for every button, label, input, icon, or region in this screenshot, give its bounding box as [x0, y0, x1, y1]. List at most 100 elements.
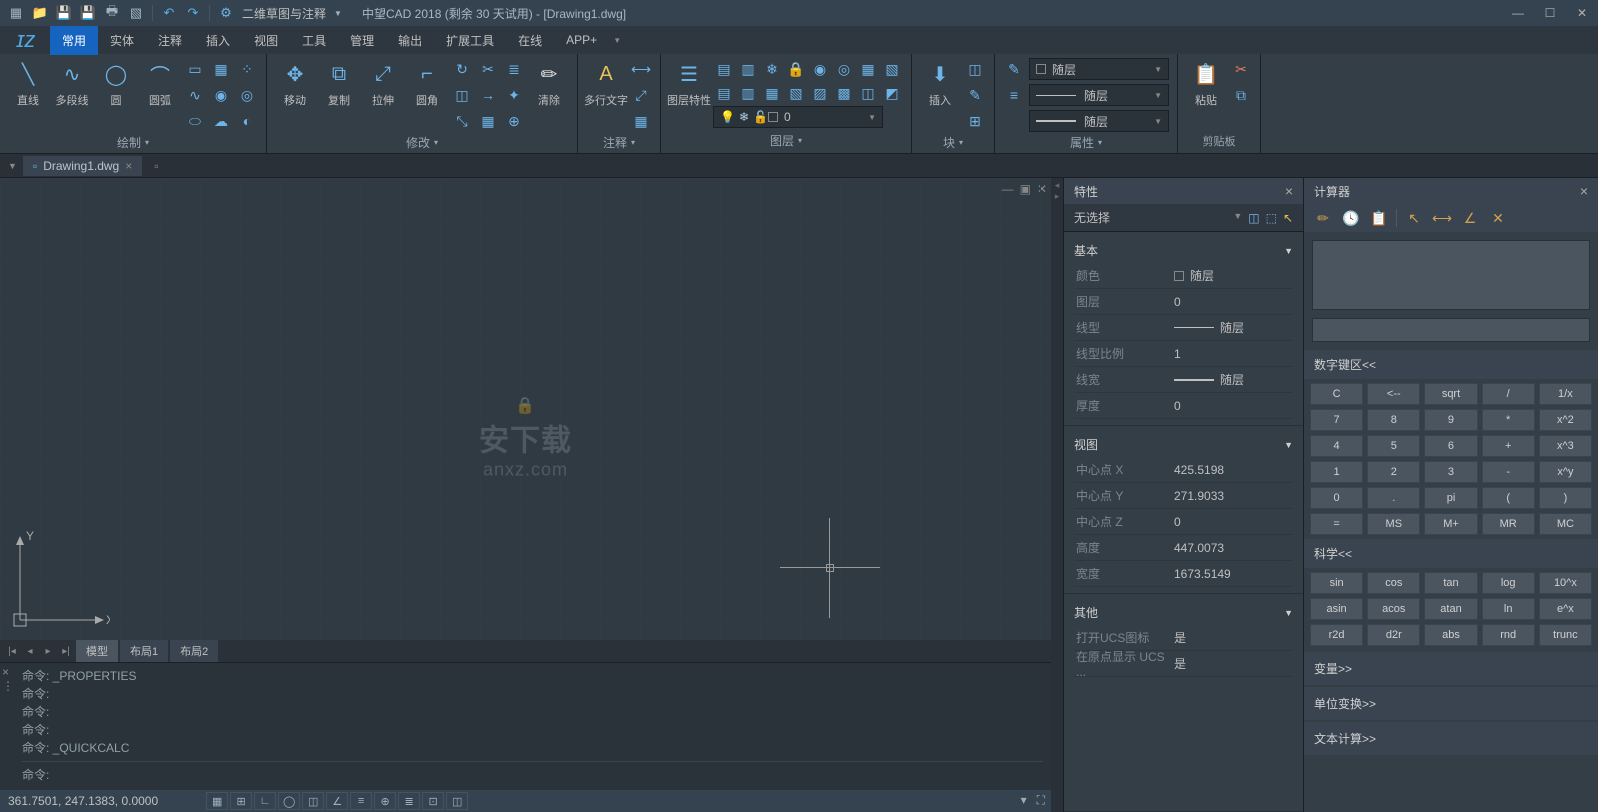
menu-entity[interactable]: 实体 [98, 26, 146, 55]
layer-props-button[interactable]: ☰图层特性 [669, 58, 709, 130]
prop-row-height[interactable]: 高度447.0073 [1074, 535, 1293, 561]
block-attr-icon[interactable]: ⊞ [964, 110, 986, 132]
prop-row-cz[interactable]: 中心点 Z0 [1074, 509, 1293, 535]
calc-key-*[interactable]: * [1482, 409, 1535, 431]
calc-scikey-tan[interactable]: tan [1424, 572, 1477, 594]
calc-scikey-cos[interactable]: cos [1367, 572, 1420, 594]
config-icon[interactable]: ▾ [1021, 793, 1027, 808]
section-basic[interactable]: 基本▼ [1074, 238, 1293, 263]
mtext-button[interactable]: A多行文字 [586, 58, 626, 132]
linetype-dropdown[interactable]: 随层▼ [1029, 84, 1169, 106]
layout-tab-2[interactable]: 布局2 [170, 640, 218, 662]
calc-key-x^2[interactable]: x^2 [1539, 409, 1592, 431]
maximize-button[interactable]: ☐ [1538, 3, 1562, 23]
drawing-canvas[interactable]: ― ▣ ✕ 🔒 安下载 anxz.com X Y |◂ ◂ ▸ ▸| 模型 布局… [0, 178, 1051, 812]
calc-intersect-icon[interactable]: ✕ [1487, 207, 1509, 229]
layer-b6-icon[interactable]: ▩ [833, 82, 855, 104]
copy-button[interactable]: ⧉复制 [319, 58, 359, 132]
prop-row-lweight[interactable]: 线宽随层 [1074, 367, 1293, 393]
rect-icon[interactable]: ▭ [184, 58, 206, 80]
preview-icon[interactable]: ▧ [127, 4, 145, 22]
calc-key-pi[interactable]: pi [1424, 487, 1477, 509]
calc-key-0[interactable]: 0 [1310, 487, 1363, 509]
calc-key-x^3[interactable]: x^3 [1539, 435, 1592, 457]
calc-key-MS[interactable]: MS [1367, 513, 1420, 535]
calc-numpad-header[interactable]: 数字键区<< [1304, 350, 1598, 379]
point-icon[interactable]: ⁘ [236, 58, 258, 80]
calc-key-sqrt[interactable]: sqrt [1424, 383, 1477, 405]
menu-common[interactable]: 常用 [50, 26, 98, 55]
calc-scikey-d2r[interactable]: d2r [1367, 624, 1420, 646]
block-create-icon[interactable]: ◫ [964, 58, 986, 80]
move-button[interactable]: ✥移动 [275, 58, 315, 132]
cut-icon[interactable]: ✂ [1230, 58, 1252, 80]
prop-row-ucsorigin[interactable]: 在原点显示 UCS ...是 [1074, 651, 1293, 677]
calc-vars-section[interactable]: 变量>> [1304, 652, 1598, 685]
calc-dist-icon[interactable]: ⟷ [1431, 207, 1453, 229]
ellipse-icon[interactable]: ⬭ [184, 110, 206, 132]
select-obj-icon[interactable]: ↖ [1283, 211, 1293, 225]
calc-scikey-atan[interactable]: atan [1424, 598, 1477, 620]
calc-key-3[interactable]: 3 [1424, 461, 1477, 483]
prop-row-ltscale[interactable]: 线型比例1 [1074, 341, 1293, 367]
table-icon[interactable]: ▦ [630, 110, 652, 132]
calc-scikey-10^x[interactable]: 10^x [1539, 572, 1592, 594]
redo-icon[interactable]: ↷ [184, 4, 202, 22]
menu-annotate[interactable]: 注释 [146, 26, 194, 55]
calc-scikey-e^x[interactable]: e^x [1539, 598, 1592, 620]
properties-close-icon[interactable]: × [1285, 183, 1293, 199]
sel-dropdown-icon[interactable]: ▼ [1233, 211, 1242, 225]
tab-menu-icon[interactable]: ▼ [8, 161, 17, 171]
calc-units-section[interactable]: 单位变换>> [1304, 687, 1598, 720]
array-icon[interactable]: ▦ [477, 110, 499, 132]
qp-toggle[interactable]: ≣ [398, 792, 420, 810]
calc-scikey-acos[interactable]: acos [1367, 598, 1420, 620]
layer-b4-icon[interactable]: ▧ [785, 82, 807, 104]
section-other[interactable]: 其他▼ [1074, 600, 1293, 625]
calc-scikey-abs[interactable]: abs [1424, 624, 1477, 646]
calculator-close-icon[interactable]: × [1580, 183, 1588, 199]
circle-button[interactable]: ◯圆 [96, 58, 136, 132]
insert-button[interactable]: ⬇插入 [920, 58, 960, 132]
calc-scikey-log[interactable]: log [1482, 572, 1535, 594]
calc-scikey-sin[interactable]: sin [1310, 572, 1363, 594]
osnap-toggle[interactable]: ◫ [302, 792, 324, 810]
calc-scikey-rnd[interactable]: rnd [1482, 624, 1535, 646]
prop-row-cy[interactable]: 中心点 Y271.9033 [1074, 483, 1293, 509]
ortho-toggle[interactable]: ∟ [254, 792, 276, 810]
menu-insert[interactable]: 插入 [194, 26, 242, 55]
plot-icon[interactable]: 🖶 [103, 4, 121, 22]
helix-icon[interactable]: ◐ [236, 110, 258, 132]
calc-key-2[interactable]: 2 [1367, 461, 1420, 483]
calc-key-7[interactable]: 7 [1310, 409, 1363, 431]
color-dropdown[interactable]: 随层▼ [1029, 58, 1169, 80]
calc-key-)[interactable]: ) [1539, 487, 1592, 509]
viewport-splitter[interactable]: ◂▸ [1051, 178, 1063, 812]
prop-row-thickness[interactable]: 厚度0 [1074, 393, 1293, 419]
calc-key-<--[interactable]: <-- [1367, 383, 1420, 405]
erase-button[interactable]: ✏清除 [529, 58, 569, 132]
calc-getpoint-icon[interactable]: ↖ [1403, 207, 1425, 229]
calc-scikey-asin[interactable]: asin [1310, 598, 1363, 620]
menu-app[interactable]: APP+ [554, 27, 609, 53]
calc-paste-icon[interactable]: 📋 [1368, 207, 1390, 229]
menu-manage[interactable]: 管理 [338, 26, 386, 55]
paste-button[interactable]: 📋粘贴 [1186, 58, 1226, 131]
polyline-button[interactable]: ∿多段线 [52, 58, 92, 132]
trim-icon[interactable]: ✂ [477, 58, 499, 80]
calc-scikey-ln[interactable]: ln [1482, 598, 1535, 620]
chevron-down-icon[interactable]: ▼ [329, 4, 347, 22]
calc-key--[interactable]: - [1482, 461, 1535, 483]
open-icon[interactable]: 📁 [31, 4, 49, 22]
calc-key-x^y[interactable]: x^y [1539, 461, 1592, 483]
snap-toggle[interactable]: ⊞ [230, 792, 252, 810]
doc-tab-drawing1[interactable]: ▫ Drawing1.dwg × [23, 156, 142, 176]
menu-online[interactable]: 在线 [506, 26, 554, 55]
offset-icon[interactable]: ≣ [503, 58, 525, 80]
lineweight-dropdown[interactable]: 随层▼ [1029, 110, 1169, 132]
layer-b1-icon[interactable]: ▤ [713, 82, 735, 104]
copy-clip-icon[interactable]: ⧉ [1230, 84, 1252, 106]
lwt-toggle[interactable]: ≡ [350, 792, 372, 810]
menu-expand-icon[interactable]: ▼ [613, 36, 621, 45]
calc-key-8[interactable]: 8 [1367, 409, 1420, 431]
